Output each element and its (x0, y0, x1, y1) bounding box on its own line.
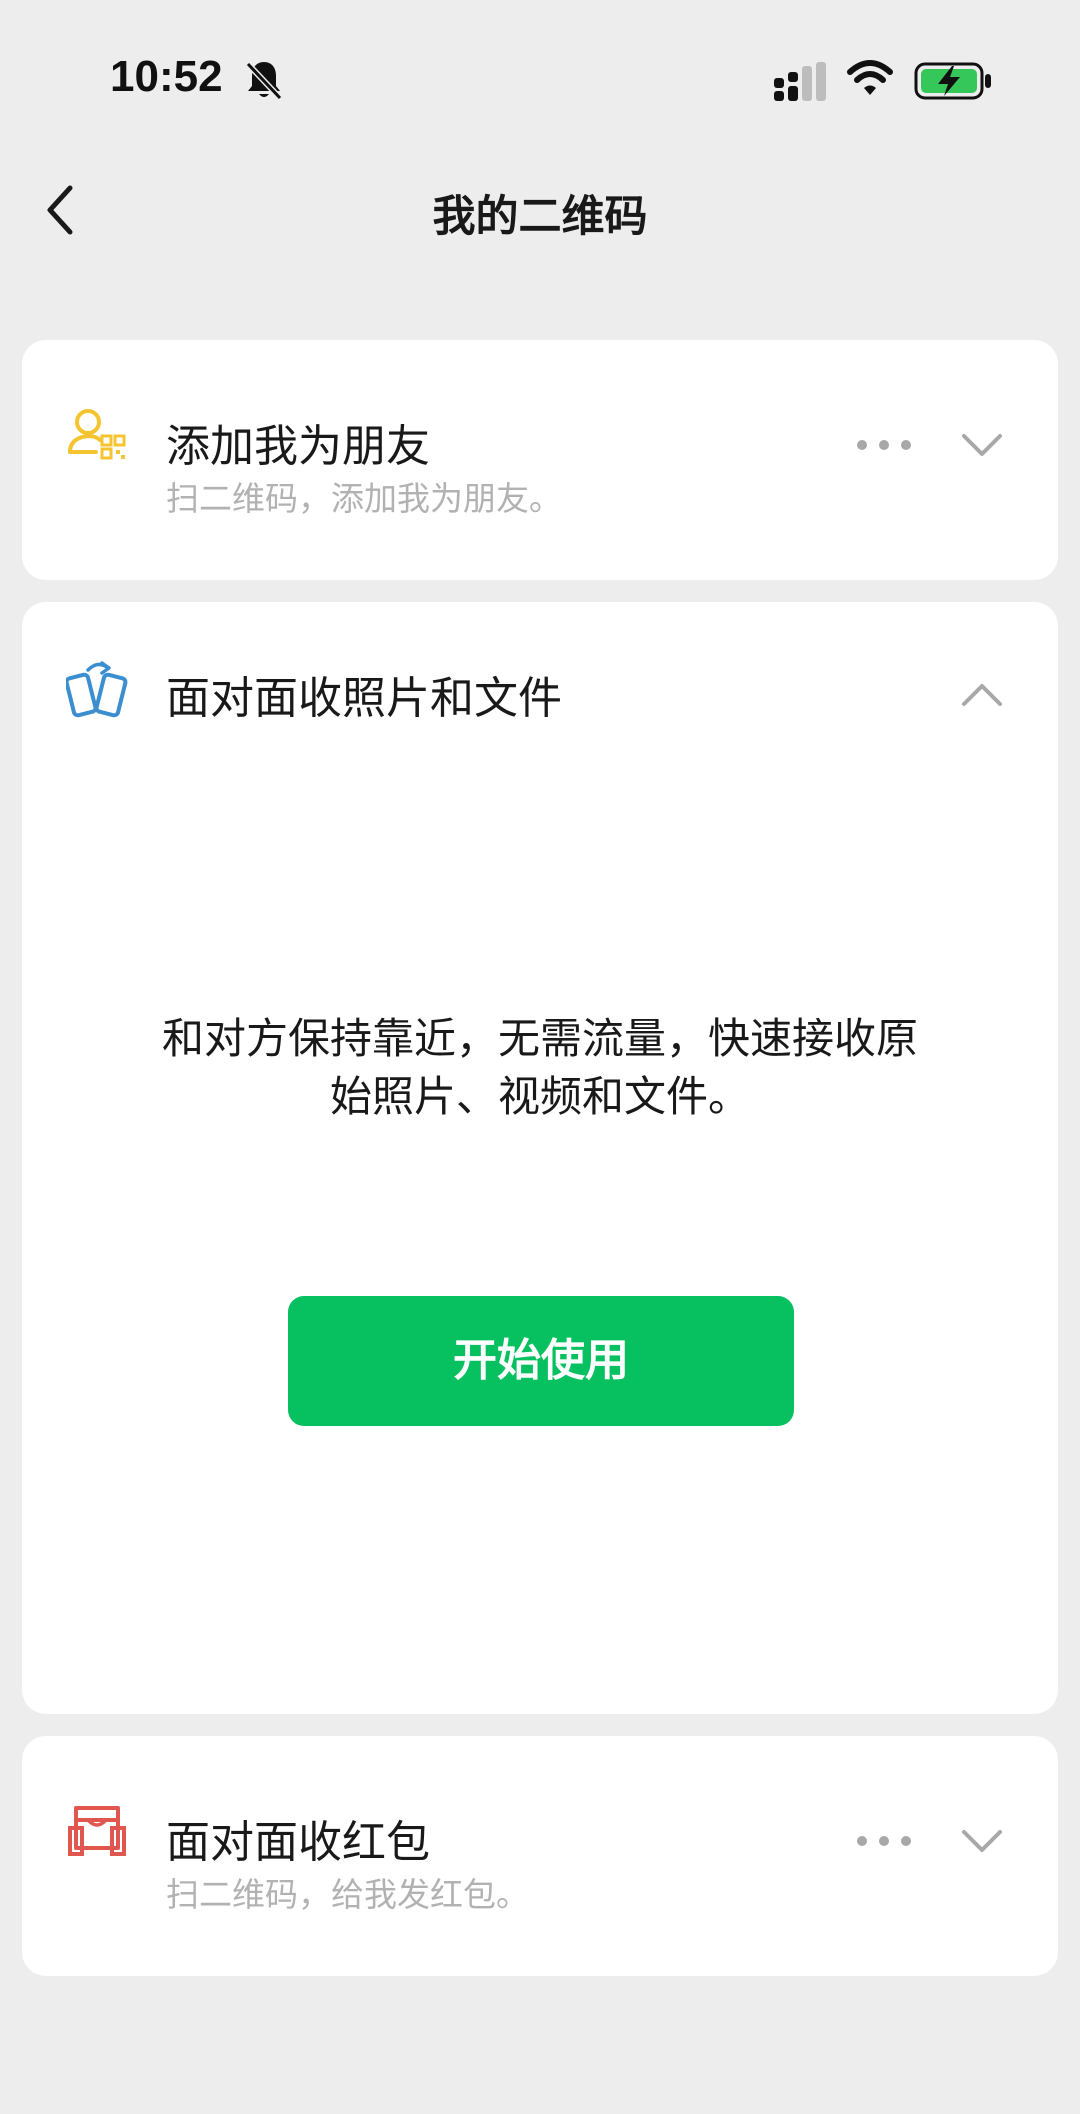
face-to-face-files-title: 面对面收照片和文件 (166, 673, 562, 724)
chevron-up-icon[interactable] (960, 680, 1004, 710)
chevron-down-icon[interactable] (960, 1826, 1004, 1856)
battery-charging-icon (914, 62, 991, 100)
add-friend-title: 添加我为朋友 (166, 421, 430, 472)
start-button[interactable]: 开始使用 (288, 1296, 794, 1426)
description-line-1: 和对方保持靠近，无需流量，快速接收原 (161, 1014, 918, 1063)
user-qrcode-icon (68, 409, 126, 460)
signal-icon (774, 62, 826, 101)
description-line-2: 始照片、视频和文件。 (329, 1072, 750, 1121)
add-friend-card[interactable]: 添加我为朋友 扫二维码，添加我为朋友。 (22, 340, 1058, 580)
status-bar: 10:52 (0, 0, 1080, 160)
chevron-down-icon[interactable] (960, 430, 1004, 460)
face-to-face-description: 和对方保持靠近，无需流量，快速接收原 始照片、视频和文件。 (82, 1010, 998, 1126)
page-title: 我的二维码 (432, 192, 648, 242)
bell-slash-icon (245, 61, 283, 101)
red-packet-title: 面对面收红包 (166, 1817, 430, 1868)
status-time: 10:52 (110, 52, 223, 101)
nav-bar: 我的二维码 (0, 160, 1080, 260)
more-icon[interactable] (854, 435, 914, 455)
red-packet-icon (68, 1806, 126, 1856)
add-friend-subtitle: 扫二维码，添加我为朋友。 (166, 479, 562, 518)
red-packet-subtitle: 扫二维码，给我发红包。 (166, 1875, 529, 1914)
face-to-face-files-card: 面对面收照片和文件 和对方保持靠近，无需流量，快速接收原 始照片、视频和文件。 … (22, 602, 1058, 1714)
phone-transfer-icon (66, 661, 128, 718)
red-packet-card[interactable]: 面对面收红包 扫二维码，给我发红包。 (22, 1736, 1058, 1976)
wifi-icon (847, 60, 893, 95)
more-icon[interactable] (854, 1831, 914, 1851)
